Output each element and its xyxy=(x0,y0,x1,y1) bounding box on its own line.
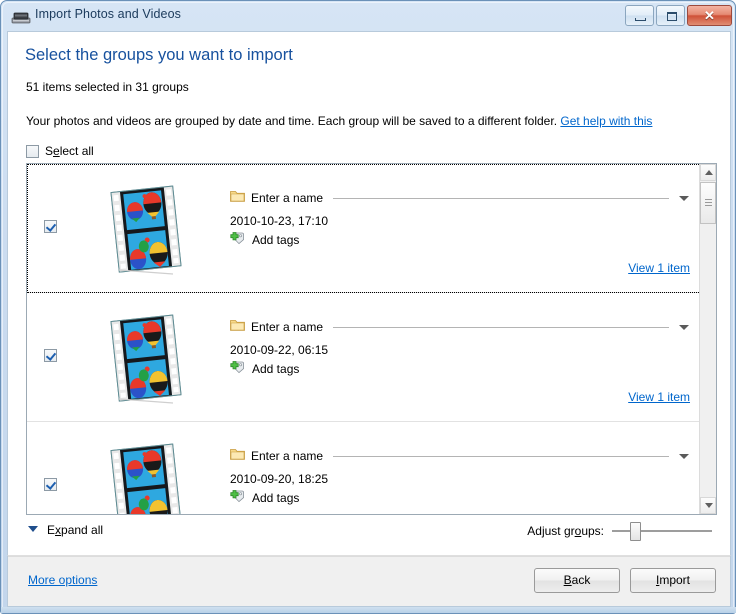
table-row[interactable]: Enter a name 2010-09-20, 18:25 Add tags xyxy=(27,422,701,514)
command-bar: More options Back Import xyxy=(7,555,731,607)
group-name-input[interactable]: Enter a name xyxy=(251,449,323,463)
add-tags-label[interactable]: Add tags xyxy=(252,233,299,247)
table-row[interactable]: Enter a name 2010-10-23, 17:10 Add tags … xyxy=(27,164,701,293)
folder-icon xyxy=(230,318,245,336)
group-date: 2010-09-22, 06:15 xyxy=(230,343,329,357)
film-strip-balloons-thumbnail xyxy=(99,182,195,276)
add-tag-icon xyxy=(230,231,246,250)
chevron-down-icon[interactable] xyxy=(677,449,691,463)
group-fields: Enter a name 2010-10-23, 17:10 Add tags xyxy=(230,186,691,250)
description-text: Your photos and videos are grouped by da… xyxy=(26,114,652,128)
import-button[interactable]: Import xyxy=(630,568,716,593)
dialog-buttons: Back Import xyxy=(534,568,716,593)
description-label: Your photos and videos are grouped by da… xyxy=(26,114,558,128)
selection-summary: 51 items selected in 31 groups xyxy=(26,80,189,94)
window-bottom-strip xyxy=(1,607,736,613)
slider-track xyxy=(612,530,712,532)
get-help-link[interactable]: Get help with this xyxy=(560,114,652,128)
group-tags-line[interactable]: Add tags xyxy=(230,359,691,379)
group-fields: Enter a name 2010-09-22, 06:15 Add tags xyxy=(230,315,691,379)
chevron-down-icon[interactable] xyxy=(677,320,691,334)
chevron-down-icon xyxy=(28,526,38,534)
adjust-groups-control[interactable]: Adjust groups: xyxy=(527,520,712,542)
group-name-input[interactable]: Enter a name xyxy=(251,320,323,334)
close-button[interactable]: ✕ xyxy=(687,5,732,26)
film-strip-balloons-thumbnail xyxy=(99,440,195,514)
title-bar[interactable]: Import Photos and Videos ✕ xyxy=(1,1,736,31)
scroll-down-arrow-icon[interactable] xyxy=(700,497,716,514)
scrollbar-thumb[interactable] xyxy=(700,182,716,224)
device-icon xyxy=(11,10,31,24)
name-rule xyxy=(333,326,669,328)
add-tag-icon xyxy=(230,489,246,508)
add-tags-label[interactable]: Add tags xyxy=(252,362,299,376)
select-all-checkbox[interactable] xyxy=(26,144,39,158)
vertical-scrollbar[interactable] xyxy=(699,164,716,514)
dialog-body: Select the groups you want to import 51 … xyxy=(7,31,731,555)
caption-buttons: ✕ xyxy=(625,5,732,26)
group-tags-line[interactable]: Add tags xyxy=(230,488,691,508)
maximize-icon xyxy=(667,12,677,21)
maximize-button[interactable] xyxy=(656,5,685,26)
close-icon: ✕ xyxy=(704,8,715,23)
command-bar-divider xyxy=(8,556,730,557)
group-name-line[interactable]: Enter a name xyxy=(230,444,691,468)
select-all-label: Select all xyxy=(45,144,94,158)
expand-all-button[interactable]: Expand all xyxy=(28,523,103,537)
window-title: Import Photos and Videos xyxy=(35,7,182,21)
chevron-down-icon[interactable] xyxy=(677,191,691,205)
minimize-button[interactable] xyxy=(625,5,654,26)
group-name-input[interactable]: Enter a name xyxy=(251,191,323,205)
folder-icon xyxy=(230,189,245,207)
adjust-groups-label: Adjust groups: xyxy=(527,524,604,538)
group-fields: Enter a name 2010-09-20, 18:25 Add tags xyxy=(230,444,691,508)
add-tag-icon xyxy=(230,360,246,379)
group-date: 2010-10-23, 17:10 xyxy=(230,214,329,228)
import-photos-window: Import Photos and Videos ✕ Select the gr… xyxy=(0,0,736,614)
scrollbar-grip-icon xyxy=(705,199,712,208)
group-name-line[interactable]: Enter a name xyxy=(230,315,691,339)
table-row[interactable]: Enter a name 2010-09-22, 06:15 Add tags … xyxy=(27,293,701,422)
groups-listbox[interactable]: Enter a name 2010-10-23, 17:10 Add tags … xyxy=(26,163,717,515)
groups-viewport: Enter a name 2010-10-23, 17:10 Add tags … xyxy=(27,164,701,514)
name-rule xyxy=(333,455,669,457)
back-button[interactable]: Back xyxy=(534,568,620,593)
group-tags-line[interactable]: Add tags xyxy=(230,230,691,250)
group-name-line[interactable]: Enter a name xyxy=(230,186,691,210)
page-title: Select the groups you want to import xyxy=(25,46,293,64)
view-items-link[interactable]: View 1 item xyxy=(628,390,690,404)
film-strip-balloons-thumbnail xyxy=(99,311,195,405)
expand-all-label: Expand all xyxy=(47,523,104,537)
view-items-link[interactable]: View 1 item xyxy=(628,261,690,275)
minimize-icon xyxy=(635,18,646,21)
adjust-groups-slider[interactable] xyxy=(612,520,712,542)
group-date: 2010-09-20, 18:25 xyxy=(230,472,329,486)
group-checkbox[interactable] xyxy=(44,220,57,233)
more-options-link[interactable]: More options xyxy=(28,573,97,587)
scroll-up-arrow-icon[interactable] xyxy=(700,164,716,181)
group-checkbox[interactable] xyxy=(44,478,57,491)
select-all-row[interactable]: Select all xyxy=(26,144,94,158)
add-tags-label[interactable]: Add tags xyxy=(252,491,299,505)
name-rule xyxy=(333,197,669,199)
slider-thumb[interactable] xyxy=(630,522,641,541)
group-checkbox[interactable] xyxy=(44,349,57,362)
folder-icon xyxy=(230,447,245,465)
